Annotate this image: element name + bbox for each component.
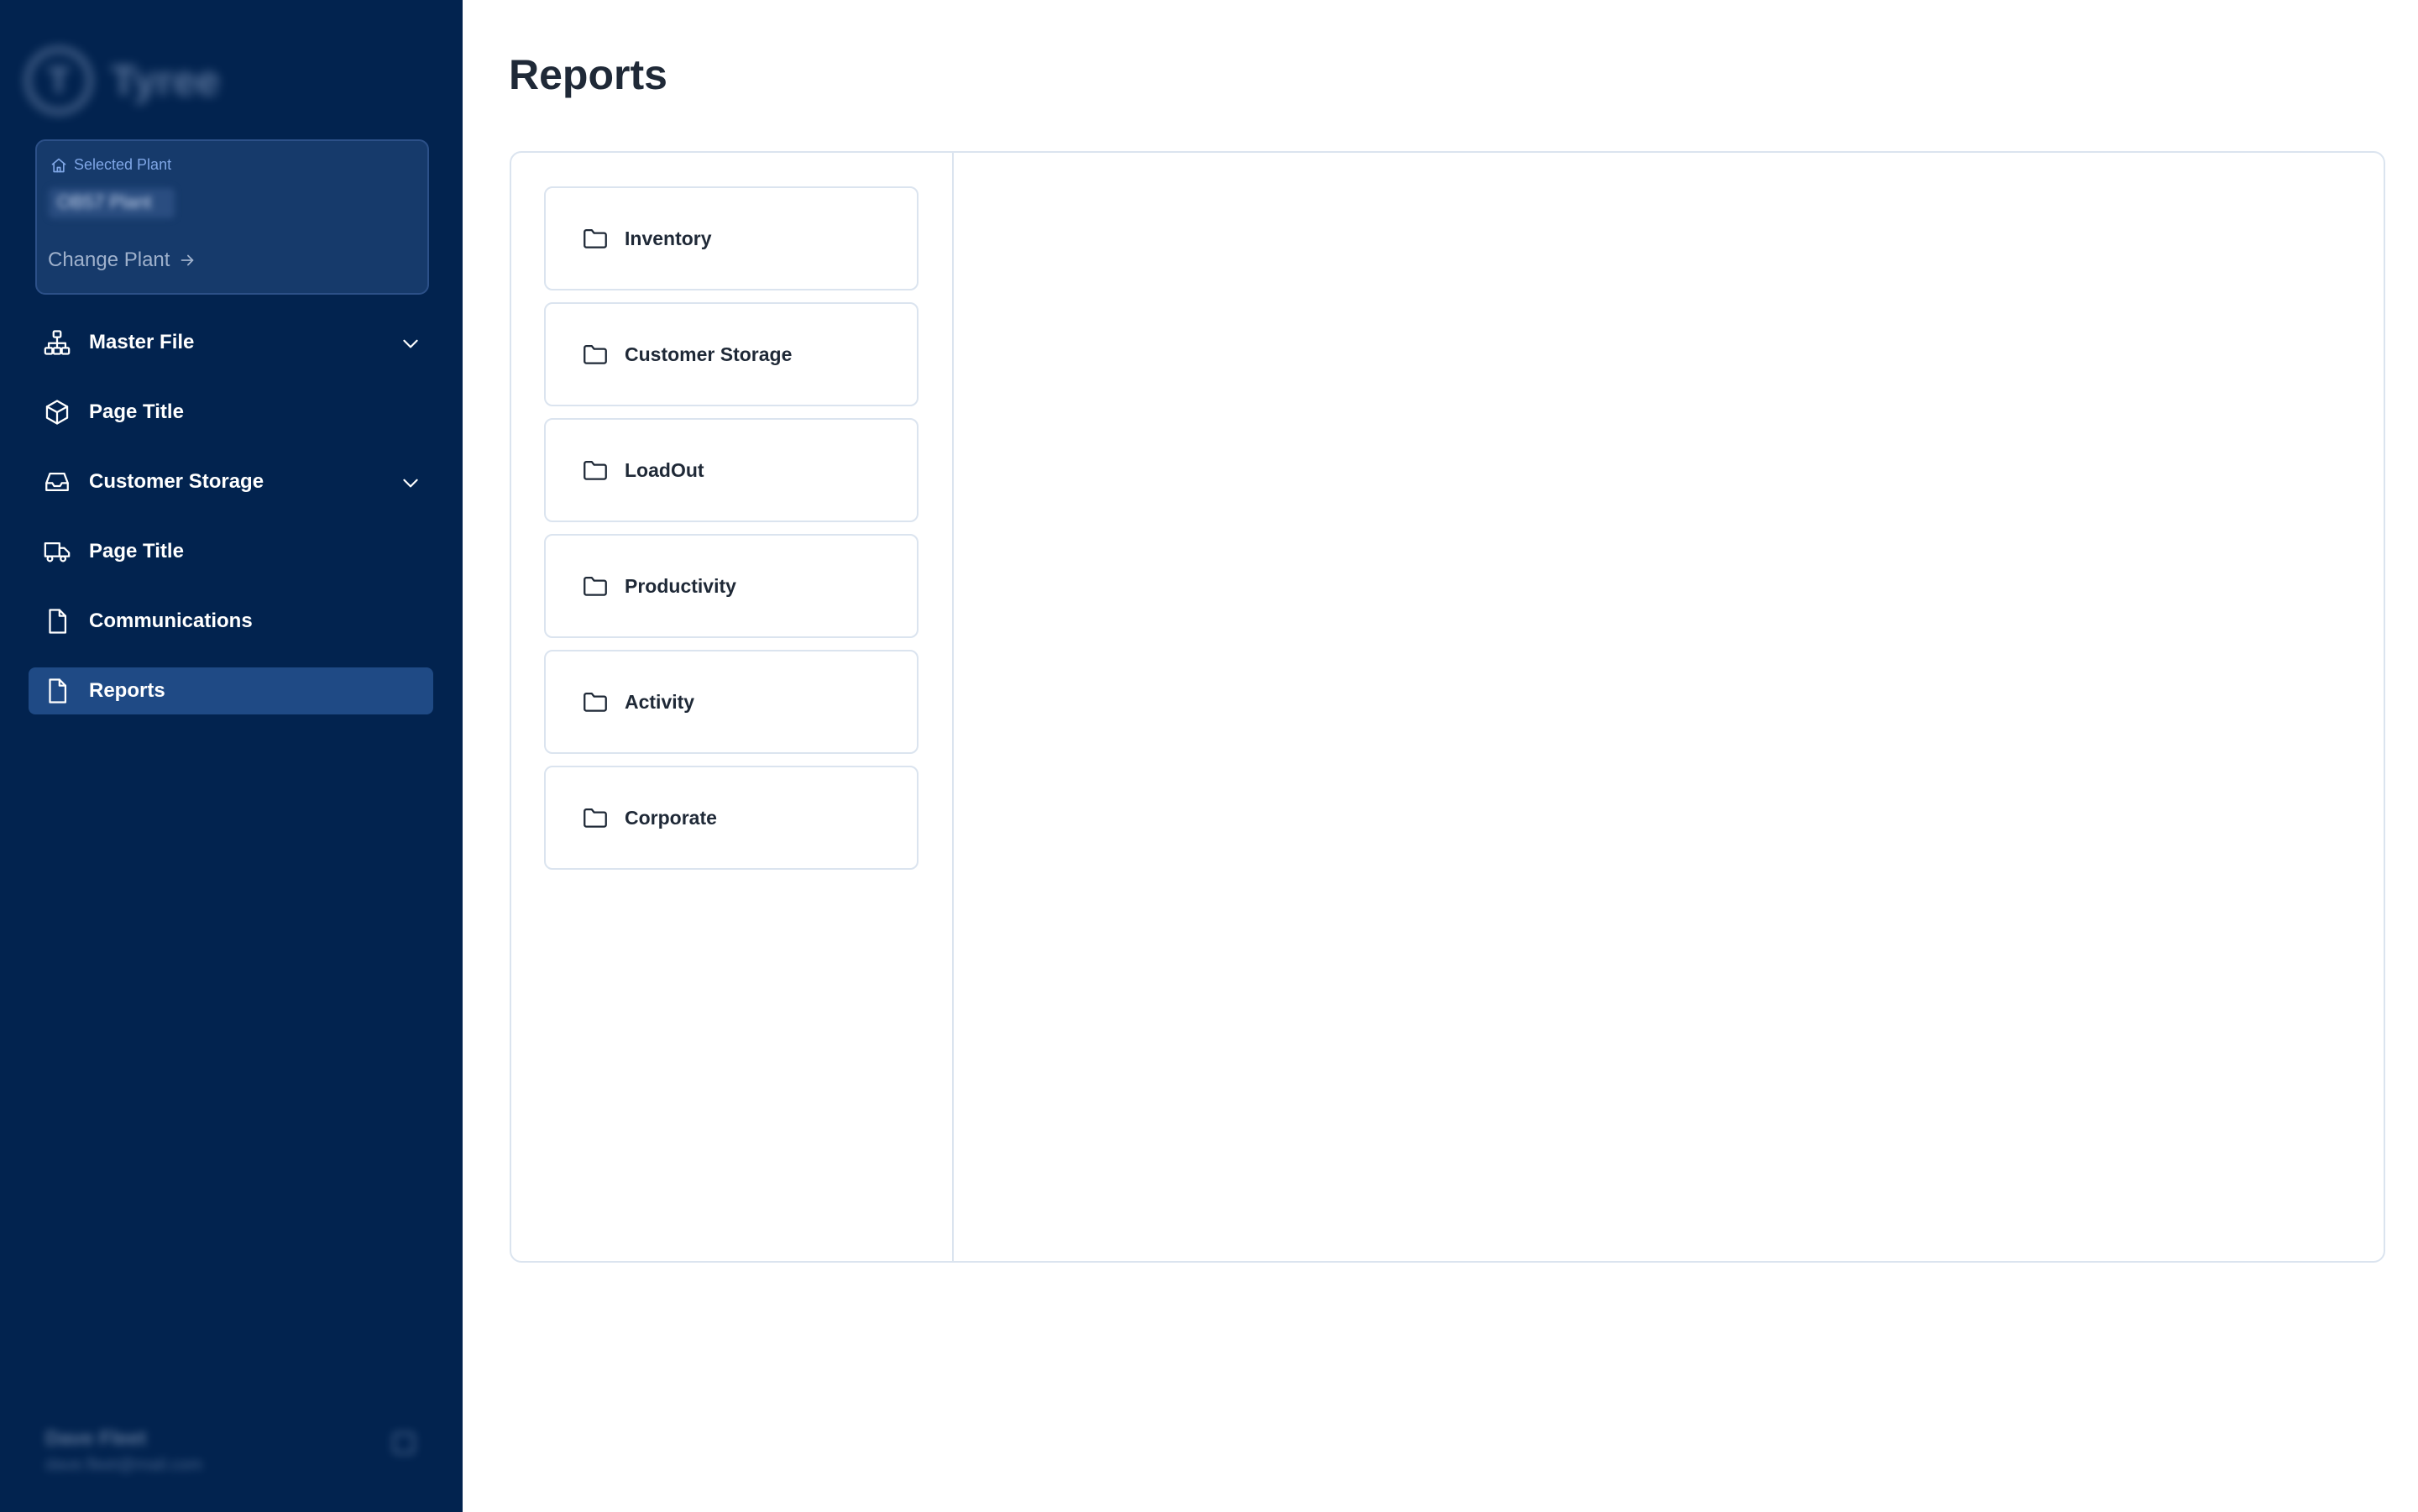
sidebar-item-customer-storage[interactable]: Customer Storage [29, 458, 433, 505]
sidebar-item-communications[interactable]: Communications [29, 598, 433, 645]
selected-plant-name: OB57 Plant [49, 188, 175, 218]
sidebar-item-label: Reports [89, 679, 165, 702]
sidebar-item-label: Communications [89, 610, 253, 632]
folder-corporate[interactable]: Corporate [544, 766, 919, 870]
sidebar-item-label: Master File [89, 331, 195, 353]
folder-customer-storage[interactable]: Customer Storage [544, 302, 919, 406]
sidebar-item-page-title-truck[interactable]: Page Title [29, 528, 433, 575]
selected-plant-card: Selected Plant OB57 Plant Change Plant [35, 139, 429, 295]
selected-plant-label-text: Selected Plant [74, 156, 172, 173]
folder-label: Productivity [625, 574, 736, 597]
user-menu-icon[interactable] [393, 1432, 415, 1454]
truck-icon [42, 536, 72, 567]
sitemap-icon [42, 327, 72, 358]
folder-label: LoadOut [625, 458, 704, 481]
page-title: Reports [509, 51, 667, 98]
report-folder-list: Inventory Customer Storage LoadOut Produ… [544, 186, 919, 882]
folder-label: Customer Storage [625, 343, 793, 365]
folder-icon [584, 576, 607, 596]
folder-label: Activity [625, 690, 695, 713]
panel-divider [952, 153, 954, 1261]
folder-icon [584, 460, 607, 480]
sidebar-nav: Master File Page Title Customer Storage [29, 319, 433, 737]
sidebar-item-reports[interactable]: Reports [29, 667, 433, 714]
brand-name: Tyree [111, 57, 220, 104]
sidebar: T Tyree Selected Plant OB57 Plant Change… [0, 0, 463, 1512]
sidebar-item-label: Page Title [89, 540, 184, 562]
reports-panel: Inventory Customer Storage LoadOut Produ… [510, 151, 2385, 1263]
brand-logo[interactable]: T Tyree [25, 42, 220, 119]
change-plant-link[interactable]: Change Plant [48, 249, 196, 272]
folder-productivity[interactable]: Productivity [544, 534, 919, 638]
folder-icon [584, 808, 607, 828]
folder-icon [584, 228, 607, 249]
document-icon [42, 606, 72, 636]
chevron-down-icon[interactable] [400, 332, 421, 354]
inbox-icon [42, 467, 72, 497]
folder-loadout[interactable]: LoadOut [544, 418, 919, 522]
user-name: Dave Fleet [45, 1427, 147, 1450]
cube-icon [42, 397, 72, 427]
sidebar-item-page-title[interactable]: Page Title [29, 389, 433, 436]
user-profile[interactable]: Dave Fleet dave.fleet@mail.com [45, 1427, 415, 1475]
folder-icon [584, 344, 607, 364]
sidebar-item-label: Page Title [89, 400, 184, 423]
document-icon [42, 676, 72, 706]
selected-plant-label: Selected Plant [50, 156, 171, 174]
chevron-down-icon[interactable] [400, 472, 421, 494]
sidebar-item-label: Customer Storage [89, 470, 264, 493]
home-icon [51, 158, 66, 172]
arrow-right-icon [181, 254, 194, 266]
folder-label: Corporate [625, 806, 717, 829]
folder-inventory[interactable]: Inventory [544, 186, 919, 290]
folder-label: Inventory [625, 227, 712, 249]
sidebar-item-master-file[interactable]: Master File [29, 319, 433, 366]
folder-icon [584, 692, 607, 712]
user-email: dave.fleet@mail.com [45, 1456, 203, 1474]
logo-icon: T [25, 47, 92, 114]
folder-activity[interactable]: Activity [544, 650, 919, 754]
change-plant-label: Change Plant [48, 249, 170, 271]
